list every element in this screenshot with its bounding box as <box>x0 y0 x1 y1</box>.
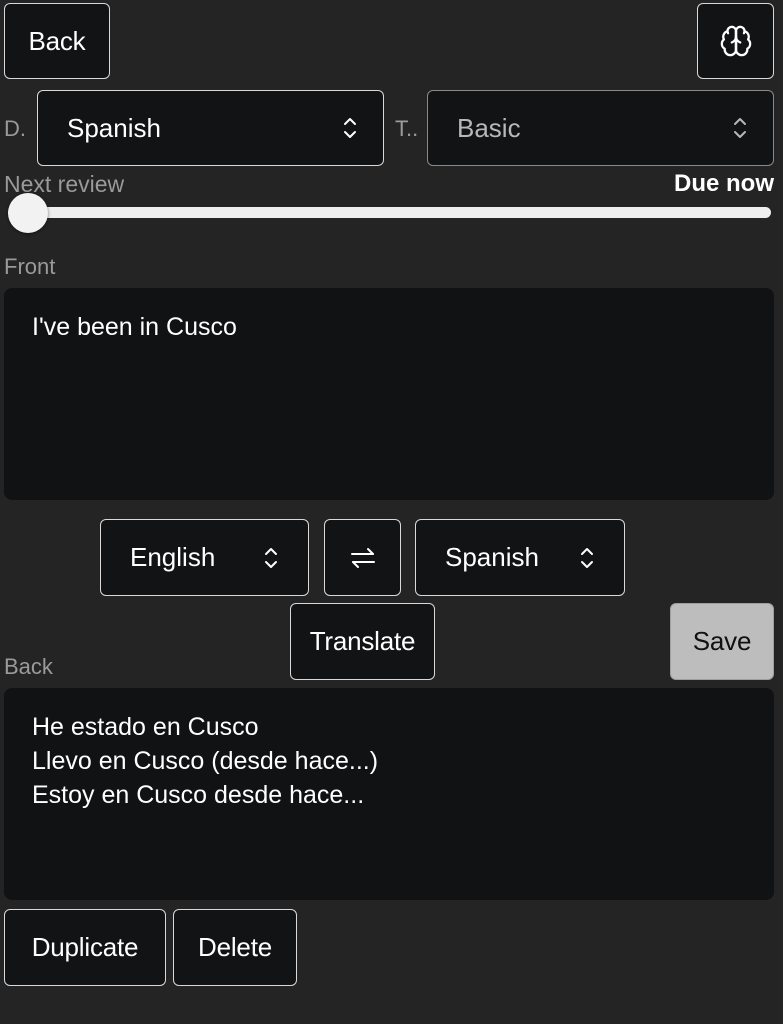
back-button-label: Back <box>28 25 86 56</box>
delete-button-label: Delete <box>198 932 272 962</box>
translate-button[interactable]: Translate <box>290 603 435 680</box>
duplicate-button-label: Duplicate <box>31 932 139 962</box>
back-button[interactable]: Back <box>4 3 110 79</box>
brain-button[interactable] <box>697 3 774 79</box>
deck-select-value: Spanish <box>67 112 161 143</box>
back-textarea[interactable]: He estado en Cusco Llevo en Cusco (desde… <box>4 688 774 900</box>
review-slider-thumb[interactable] <box>8 193 48 233</box>
type-select-value: Basic <box>457 112 521 143</box>
back-label: Back <box>4 654 53 679</box>
delete-button[interactable]: Delete <box>173 909 297 986</box>
source-language-select[interactable]: English <box>100 519 309 596</box>
swap-arrows-icon <box>350 547 375 568</box>
deck-select[interactable]: Spanish <box>37 90 384 166</box>
translate-button-label: Translate <box>309 626 416 656</box>
target-language-select[interactable]: Spanish <box>415 519 625 596</box>
front-textarea[interactable]: I've been in Cusco <box>4 288 774 500</box>
target-language-value: Spanish <box>445 542 539 572</box>
chevron-updown-icon <box>729 114 751 142</box>
duplicate-button[interactable]: Duplicate <box>4 909 166 986</box>
chevron-updown-icon <box>260 544 282 572</box>
front-label: Front <box>4 254 56 279</box>
source-language-value: English <box>130 542 216 572</box>
deck-label: D. <box>4 116 26 141</box>
save-button-label: Save <box>692 626 752 656</box>
brain-icon <box>720 25 751 57</box>
chevron-updown-icon <box>576 544 598 572</box>
save-button[interactable]: Save <box>670 603 774 680</box>
review-slider-track[interactable] <box>8 207 771 218</box>
swap-languages-button[interactable] <box>324 519 401 596</box>
type-select[interactable]: Basic <box>427 90 774 166</box>
next-review-value: Due now <box>674 170 774 197</box>
type-label: T.. <box>395 116 419 141</box>
chevron-updown-icon <box>339 114 361 142</box>
